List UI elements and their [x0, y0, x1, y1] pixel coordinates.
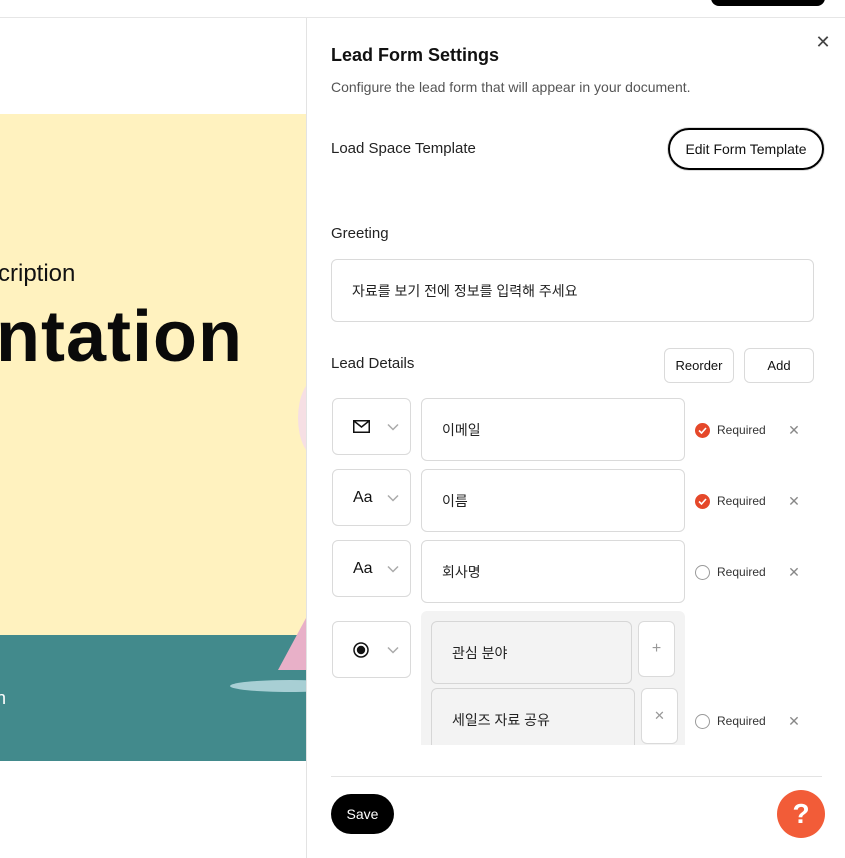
required-toggle[interactable]: Required: [695, 491, 766, 511]
unchecked-circle-icon: [695, 713, 710, 729]
remove-field-icon[interactable]: ✕: [787, 423, 801, 437]
add-option-icon[interactable]: +: [638, 621, 675, 677]
save-button[interactable]: Save: [331, 794, 394, 834]
greeting-input[interactable]: 자료를 보기 전에 정보를 입력해 주세요: [331, 259, 814, 322]
text-type-icon: Aa: [353, 488, 373, 506]
chevron-down-icon: [387, 470, 399, 525]
edit-form-template-button[interactable]: Edit Form Template: [668, 128, 824, 170]
panel-title: Lead Form Settings: [331, 45, 500, 65]
radio-options-area: 관심 분야 + 세일즈 자료 공유 ✕: [421, 611, 685, 745]
panel-subtitle: Configure the lead form that will appear…: [331, 79, 691, 95]
slide-teal-area: [0, 635, 306, 761]
required-label: Required: [717, 423, 766, 437]
required-label: Required: [717, 494, 766, 508]
remove-field-icon[interactable]: ✕: [787, 494, 801, 508]
footer-divider: [331, 776, 822, 777]
slide-decoration-triangle: [278, 618, 306, 670]
remove-option-icon[interactable]: ✕: [641, 688, 678, 744]
add-button[interactable]: Add: [744, 348, 814, 383]
required-label: Required: [717, 714, 766, 728]
chevron-down-icon: [387, 622, 399, 677]
check-icon: [695, 422, 710, 438]
remove-field-icon[interactable]: ✕: [787, 714, 801, 728]
option-input[interactable]: 세일즈 자료 공유: [431, 688, 635, 745]
template-label: Load Space Template: [331, 140, 476, 157]
required-label: Required: [717, 565, 766, 579]
reorder-button[interactable]: Reorder: [664, 348, 734, 383]
lead-details-label: Lead Details: [331, 355, 415, 372]
close-icon[interactable]: ✕: [813, 32, 833, 52]
greeting-label: Greeting: [331, 225, 389, 242]
field-label-input[interactable]: 회사명: [421, 540, 685, 603]
field-type-select[interactable]: [332, 621, 411, 678]
unchecked-circle-icon: [695, 564, 710, 580]
chevron-down-icon: [387, 541, 399, 596]
slide-title: ntation: [0, 297, 243, 377]
field-label-input[interactable]: 이메일: [421, 398, 685, 461]
slide-footer-text: n: [0, 688, 7, 708]
required-toggle[interactable]: Required: [695, 711, 766, 731]
field-type-select[interactable]: Aa: [332, 469, 411, 526]
help-button[interactable]: ?: [777, 790, 825, 838]
radio-type-icon: [353, 622, 369, 677]
text-type-icon: Aa: [353, 559, 373, 577]
top-bar-action-button[interactable]: [711, 0, 825, 6]
slide-subtitle: cription: [0, 260, 76, 287]
top-bar: [0, 0, 845, 18]
mail-icon: [353, 399, 370, 454]
check-icon: [695, 493, 710, 509]
remove-field-icon[interactable]: ✕: [787, 565, 801, 579]
option-input[interactable]: 관심 분야: [431, 621, 632, 684]
chevron-down-icon: [387, 399, 399, 454]
field-type-select[interactable]: Aa: [332, 540, 411, 597]
document-preview: cription ntation n: [0, 18, 306, 858]
required-toggle[interactable]: Required: [695, 562, 766, 582]
lead-form-settings-panel: ✕ Lead Form Settings Configure the lead …: [306, 18, 845, 858]
field-label-input[interactable]: 이름: [421, 469, 685, 532]
field-type-select[interactable]: [332, 398, 411, 455]
required-toggle[interactable]: Required: [695, 420, 766, 440]
